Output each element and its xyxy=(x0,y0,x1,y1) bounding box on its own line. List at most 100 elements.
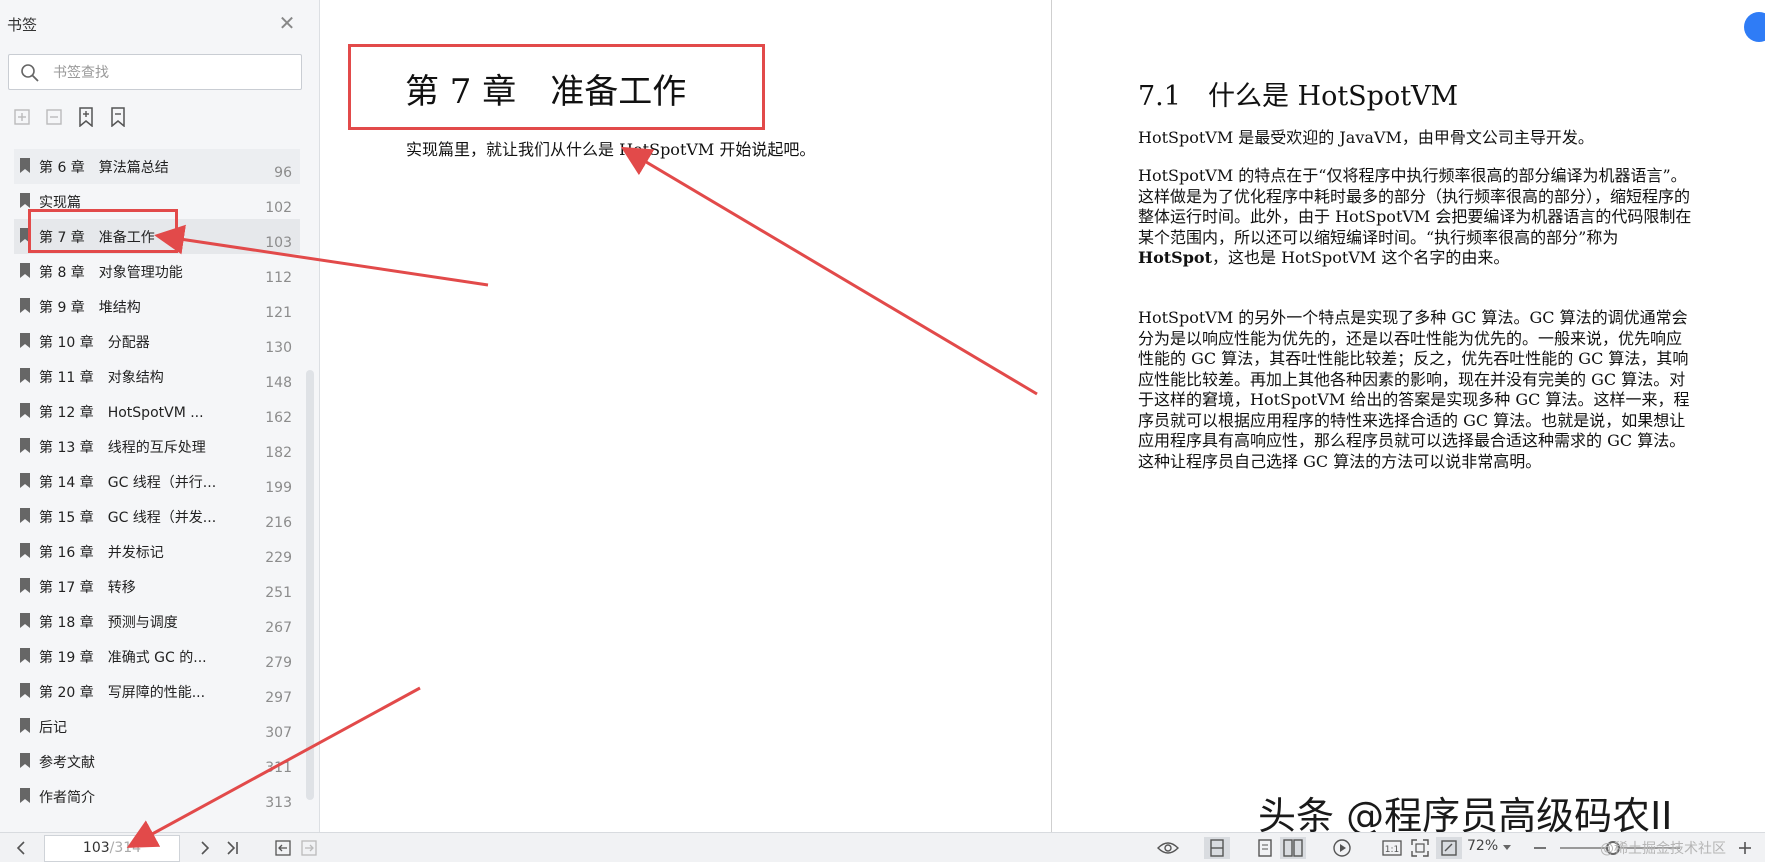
bookmark-search-box[interactable] xyxy=(8,54,302,90)
annotation-box-bookmark xyxy=(28,209,178,253)
bookmark-icon xyxy=(20,158,30,173)
bookmark-label: 第 13 章 线程的互斥处理 xyxy=(39,440,206,456)
bookmark-icon xyxy=(20,543,30,558)
bookmark-item[interactable]: 第 16 章 并发标记 229 xyxy=(14,534,300,569)
paragraph-2-text-a: HotSpotVM 的特点在于“仅将程序中执行频率很高的部分编译为机器语言”。这… xyxy=(1138,166,1692,247)
bookmark-icon xyxy=(20,438,30,453)
single-page-view-icon[interactable] xyxy=(1204,837,1230,859)
next-page-icon[interactable] xyxy=(194,837,216,859)
bookmark-item[interactable]: 第 17 章 转移 251 xyxy=(14,569,300,604)
prev-page-icon[interactable] xyxy=(10,837,32,859)
bookmark-label: 第 11 章 对象结构 xyxy=(39,370,164,386)
bookmark-icon xyxy=(20,508,30,523)
bookmark-page-number: 267 xyxy=(265,620,292,636)
forward-icon[interactable] xyxy=(298,837,320,859)
bookmark-page-number: 297 xyxy=(265,690,292,706)
bookmark-label: 第 6 章 算法篇总结 xyxy=(39,160,169,176)
sidebar-header: 书签 ✕ xyxy=(0,0,320,48)
bookmark-item[interactable]: 作者简介 313 xyxy=(14,779,300,814)
bookmark-page-number: 279 xyxy=(265,655,292,671)
bookmark-label: 第 10 章 分配器 xyxy=(39,335,150,351)
svg-text:1:1: 1:1 xyxy=(1385,845,1399,855)
bookmark-item[interactable]: 第 11 章 对象结构 148 xyxy=(14,359,300,394)
zoom-level[interactable]: 72% xyxy=(1467,838,1498,854)
bookmark-icon xyxy=(20,263,30,278)
bookmark-item[interactable]: 第 12 章 HotSpotVM ... 162 xyxy=(14,394,300,429)
bookmark-icon xyxy=(20,578,30,593)
bookmark-item[interactable]: 第 6 章 算法篇总结 96 xyxy=(14,149,300,184)
bookmark-icon xyxy=(20,718,30,733)
zoom-out-icon[interactable] xyxy=(1530,837,1550,859)
bookmark-item[interactable]: 第 15 章 GC 线程（并发... 216 xyxy=(14,499,300,534)
bookmark-item[interactable]: 第 9 章 堆结构 121 xyxy=(14,289,300,324)
bookmark-page-number: 311 xyxy=(265,760,292,776)
bookmark-page-number: 307 xyxy=(265,725,292,741)
bookmark-item[interactable]: 第 19 章 准确式 GC 的... 279 xyxy=(14,639,300,674)
bookmark-page-number: 162 xyxy=(265,410,292,426)
bookmark-toolbar xyxy=(12,106,128,130)
bookmark-icon xyxy=(20,298,30,313)
last-page-icon[interactable] xyxy=(222,837,244,859)
bookmark-label: 第 9 章 堆结构 xyxy=(39,300,141,316)
bookmark-item[interactable]: 第 13 章 线程的互斥处理 182 xyxy=(14,429,300,464)
fit-page-icon[interactable] xyxy=(1408,837,1432,859)
total-pages: /314 xyxy=(109,840,142,856)
current-page: 103 xyxy=(82,840,110,856)
bookmark-page-number: 130 xyxy=(265,340,292,356)
paragraph-3: HotSpotVM 的另外一个特点是实现了多种 GC 算法。GC 算法的调优通常… xyxy=(1138,308,1690,471)
continuous-view-icon[interactable] xyxy=(1254,837,1276,859)
bookmark-icon xyxy=(20,788,30,803)
close-icon[interactable]: ✕ xyxy=(276,12,298,34)
bookmark-label: 后记 xyxy=(39,720,67,736)
collapse-all-icon[interactable] xyxy=(44,106,64,128)
expand-all-icon[interactable] xyxy=(12,106,32,128)
paragraph-2-bold: HotSpot xyxy=(1138,248,1212,267)
bookmark-item[interactable]: 参考文献 311 xyxy=(14,744,300,779)
bookmark-item[interactable]: 第 18 章 预测与调度 267 xyxy=(14,604,300,639)
eye-icon[interactable] xyxy=(1156,837,1180,859)
bookmark-search-input[interactable] xyxy=(53,61,293,85)
bookmark-label: 第 8 章 对象管理功能 xyxy=(39,265,183,281)
bookmark-icon xyxy=(20,193,30,208)
bookmark-icon xyxy=(20,648,30,663)
page-number-input[interactable]: 103/314 xyxy=(44,835,180,862)
add-bookmark-icon[interactable] xyxy=(76,106,96,128)
sidebar-scrollbar[interactable] xyxy=(306,370,314,800)
bookmark-label: 第 20 章 写屏障的性能... xyxy=(39,685,206,701)
bookmark-page-number: 148 xyxy=(265,375,292,391)
play-icon[interactable] xyxy=(1330,837,1354,859)
bookmark-item[interactable]: 后记 307 xyxy=(14,709,300,744)
bookmark-icon xyxy=(20,683,30,698)
bookmark-label: 第 12 章 HotSpotVM ... xyxy=(39,405,204,421)
back-icon[interactable] xyxy=(272,837,294,859)
site-watermark: @稀土掘金技术社区 xyxy=(1600,841,1726,857)
bookmark-page-number: 199 xyxy=(265,480,292,496)
bookmark-item[interactable]: 第 8 章 对象管理功能 112 xyxy=(14,254,300,289)
paragraph-1: HotSpotVM 是最受欢迎的 JavaVM，由甲骨文公司主导开发。 xyxy=(1138,128,1594,147)
fit-width-icon[interactable] xyxy=(1436,837,1462,859)
bookmark-page-number: 103 xyxy=(265,235,292,251)
bookmark-label: 第 18 章 预测与调度 xyxy=(39,615,178,631)
paragraph-2-text-b: ，这也是 HotSpotVM 这个名字的由来。 xyxy=(1211,248,1510,267)
bookmark-item[interactable]: 第 20 章 写屏障的性能... 297 xyxy=(14,674,300,709)
zoom-in-icon[interactable] xyxy=(1734,837,1756,859)
actual-size-icon[interactable]: 1:1 xyxy=(1380,837,1404,859)
bookmark-icon xyxy=(20,613,30,628)
zoom-dropdown-icon[interactable] xyxy=(1500,837,1514,859)
bookmark-item[interactable]: 第 14 章 GC 线程（并行... 199 xyxy=(14,464,300,499)
section-title: 7.1 什么是 HotSpotVM xyxy=(1138,81,1459,112)
bookmark-icon xyxy=(20,473,30,488)
bookmark-label: 第 16 章 并发标记 xyxy=(39,545,164,561)
bookmark-page-number: 102 xyxy=(265,200,292,216)
bookmark-label: 第 15 章 GC 线程（并发... xyxy=(39,510,217,526)
delete-bookmark-icon[interactable] xyxy=(108,106,128,128)
bookmark-label: 第 19 章 准确式 GC 的... xyxy=(39,650,207,666)
search-icon xyxy=(21,64,39,82)
bookmark-item[interactable]: 第 10 章 分配器 130 xyxy=(14,324,300,359)
bookmark-icon xyxy=(20,333,30,348)
chapter-intro: 实现篇里，就让我们从什么是 HotSpotVM 开始说起吧。 xyxy=(406,140,816,159)
two-page-view-icon[interactable] xyxy=(1280,837,1306,859)
page-divider xyxy=(1051,0,1052,832)
annotation-box-chapter xyxy=(348,44,765,130)
bookmark-page-number: 112 xyxy=(265,270,292,286)
